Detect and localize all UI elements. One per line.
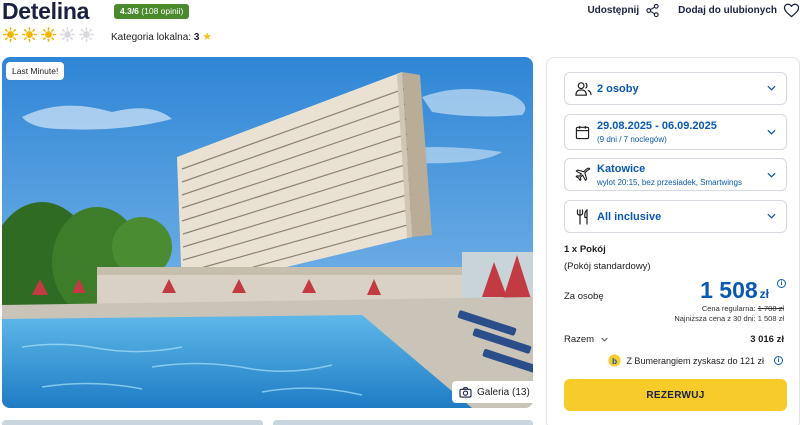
chevron-down-icon: [767, 129, 776, 135]
add-to-favorites-button[interactable]: Dodaj do ulubionych: [678, 3, 800, 18]
lowest-price-30-days: Najniższa cena z 30 dni: 1 508 zł: [674, 314, 784, 323]
bumerang-text: Z Bumerangiem zyskasz do 121 zł: [626, 355, 764, 366]
room-count: 1 x Pokój: [564, 244, 606, 255]
gallery-label: Galeria (13): [477, 386, 530, 398]
local-category-value: 3: [193, 32, 200, 43]
price-info-icon[interactable]: i: [777, 279, 786, 288]
top-actions: Udostępnij Dodaj do ulubionych: [587, 3, 800, 18]
share-icon: [646, 3, 659, 18]
price-per-person: 1 508 zł: [700, 277, 769, 304]
departure-details: wylot 20:15, bez przesiadek, Smartwings: [597, 178, 742, 187]
regular-price: Cena regularna: 1 708 zł: [702, 304, 784, 313]
sun-filled-icon: [41, 27, 56, 42]
thumbnail[interactable]: [2, 420, 263, 425]
users-icon: [575, 82, 592, 96]
chevron-down-icon: [767, 213, 776, 219]
sun-filled-icon: [3, 27, 18, 42]
travelers-value: 2 osoby: [597, 83, 639, 95]
regular-price-label: Cena regularna:: [701, 304, 756, 313]
board-select[interactable]: All inclusive: [564, 200, 787, 233]
reserve-button[interactable]: REZERWUJ: [564, 379, 787, 411]
hotel-name: Detelina: [2, 0, 90, 24]
camera-icon: [459, 386, 472, 398]
hotel-photo-illustration: [2, 57, 533, 408]
sun-filled-icon: [22, 27, 37, 42]
sun-rating: [3, 27, 94, 42]
rating-badge[interactable]: 4.3/6 (108 opinii): [114, 4, 190, 19]
share-label: Udostępnij: [587, 5, 640, 16]
room-type: (Pokój standardowy): [564, 261, 651, 272]
airplane-icon: [575, 167, 591, 181]
dates-value: 29.08.2025 - 06.09.2025: [597, 120, 717, 132]
svg-text:b: b: [612, 356, 617, 366]
price-currency: zł: [759, 287, 769, 301]
heart-icon: [783, 3, 800, 18]
favorites-label: Dodaj do ulubionych: [678, 5, 777, 16]
regular-price-value: 1 708 zł: [757, 304, 784, 313]
board-value: All inclusive: [597, 211, 662, 223]
bumerang-info: b Z Bumerangiem zyskasz do 121 zł i: [608, 354, 783, 367]
chevron-down-icon: [767, 85, 776, 91]
total-toggle[interactable]: Razem: [564, 334, 608, 345]
total-value: 3 016 zł: [750, 334, 784, 345]
share-button[interactable]: Udostępnij: [587, 3, 660, 18]
price-value: 1 508: [700, 277, 758, 303]
fork-knife-icon: [576, 209, 588, 225]
travelers-select[interactable]: 2 osoby: [564, 72, 787, 105]
sun-empty-icon: [79, 27, 94, 42]
departure-select[interactable]: Katowice wylot 20:15, bez przesiadek, Sm…: [564, 158, 787, 191]
local-category: Kategoria lokalna: 3 ★: [111, 30, 212, 43]
dates-duration: (9 dni / 7 noclegów): [597, 135, 667, 144]
gallery-button[interactable]: Galeria (13): [452, 381, 537, 403]
dates-select[interactable]: 29.08.2025 - 06.09.2025 (9 dni / 7 nocle…: [564, 114, 787, 150]
departure-city: Katowice: [597, 163, 646, 175]
rating-count: (108 opinii): [141, 6, 184, 16]
thumbnail-strip: [2, 420, 533, 425]
booking-panel: 2 osoby 29.08.2025 - 06.09.2025 (9 dni /…: [546, 57, 800, 425]
per-person-label: Za osobę: [564, 291, 604, 302]
hotel-photo[interactable]: [2, 57, 533, 408]
thumbnail[interactable]: [272, 420, 533, 425]
star-icon: ★: [202, 31, 213, 43]
chevron-down-icon: [767, 172, 776, 178]
bumerang-logo-icon: b: [608, 354, 621, 367]
chevron-down-icon: [601, 337, 608, 342]
calendar-icon: [575, 125, 590, 140]
rating-score: 4.3/6: [120, 6, 139, 16]
last-minute-badge: Last Minute!: [6, 62, 65, 80]
bumerang-info-icon[interactable]: i: [774, 356, 783, 365]
sun-empty-icon: [60, 27, 75, 42]
total-label: Razem: [564, 334, 595, 345]
local-category-label: Kategoria lokalna:: [111, 32, 192, 43]
